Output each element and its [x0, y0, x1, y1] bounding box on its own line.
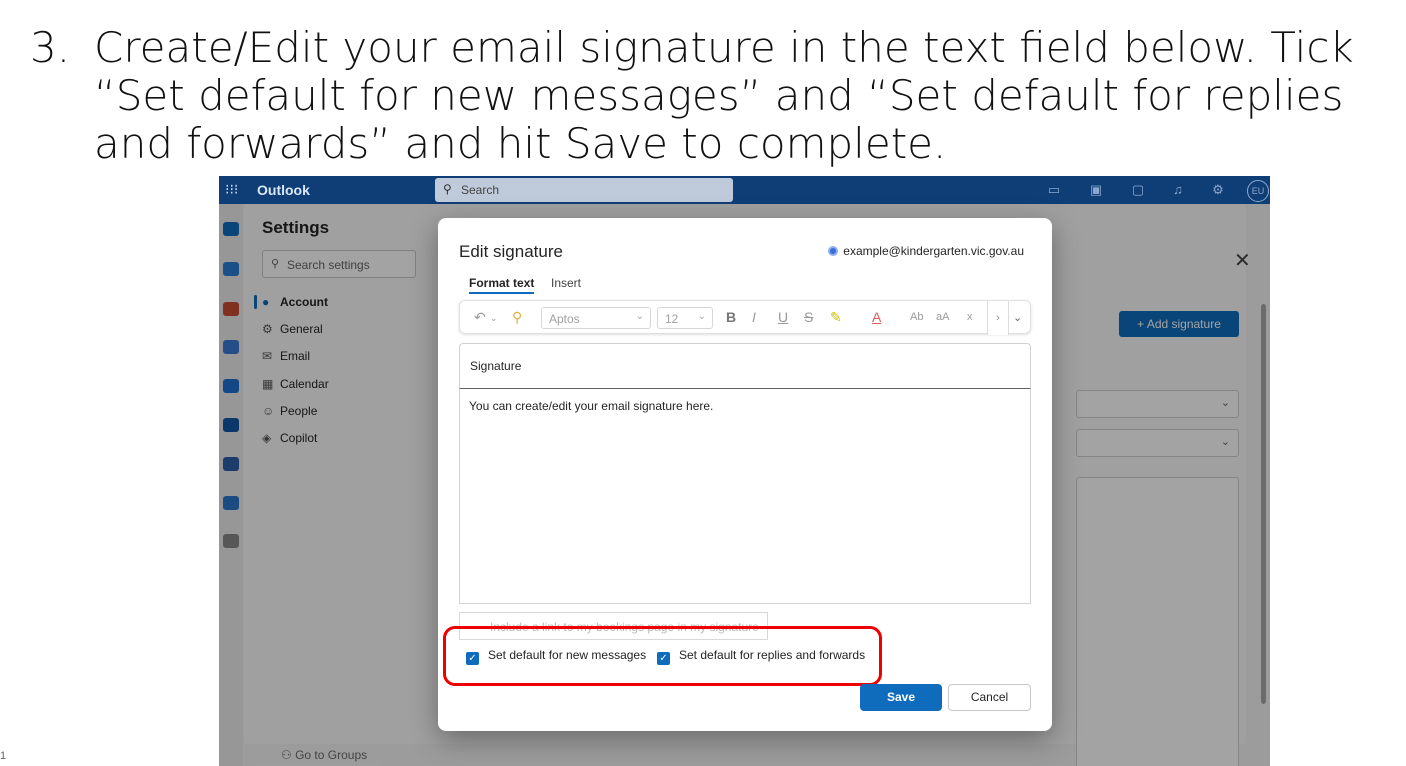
search-placeholder: Search: [461, 183, 500, 197]
dialog-title: Edit signature: [459, 242, 563, 261]
font-color-icon[interactable]: A: [872, 309, 881, 325]
font-value: Aptos: [549, 312, 580, 326]
go-to-groups-link[interactable]: ⚇ Go to Groups: [281, 748, 367, 762]
slide-number: 1: [0, 750, 7, 762]
avatar[interactable]: EU: [1247, 180, 1269, 202]
font-size-value: 12: [665, 312, 679, 326]
strikethrough-icon[interactable]: S: [804, 309, 813, 325]
chevron-down-icon[interactable]: ⌄: [1013, 311, 1022, 324]
go-to-groups-label: Go to Groups: [295, 748, 368, 762]
clear-format-icon[interactable]: Ab: [910, 311, 923, 323]
app-launcher-icon[interactable]: ⁝⁝⁝: [225, 181, 238, 198]
instruction-number: 3.: [30, 23, 71, 72]
font-size-select[interactable]: 12 ⌄: [657, 307, 713, 329]
tab-insert[interactable]: Insert: [551, 276, 581, 290]
chevron-down-icon[interactable]: ⌄: [490, 313, 498, 324]
bold-icon[interactable]: B: [726, 309, 736, 325]
account-icon: [828, 246, 839, 256]
undo-icon[interactable]: ↶: [474, 309, 486, 326]
format-toolbar: ↶ ⌄ ⚲ Aptos ⌄ 12 ⌄ B I U S ✎ A Ab aA x › ⌄: [459, 300, 1031, 335]
tasks-icon[interactable]: ▢: [1129, 181, 1147, 199]
signature-body-editor[interactable]: You can create/edit your email signature…: [459, 389, 1031, 604]
cancel-button[interactable]: Cancel: [948, 684, 1031, 711]
bell-icon[interactable]: ♫: [1169, 181, 1187, 199]
top-bar: ⁝⁝⁝ Outlook ⚲ Search ▭ ▣ ▢ ♫ ⚙ EU: [219, 176, 1270, 204]
font-select[interactable]: Aptos ⌄: [541, 307, 651, 329]
chat-icon[interactable]: ▭: [1045, 181, 1063, 199]
underline-icon[interactable]: U: [778, 309, 788, 325]
instruction-text: Create/Edit your email signature in the …: [94, 23, 1354, 168]
save-button[interactable]: Save: [860, 684, 942, 711]
edit-signature-dialog: Edit signature example@kindergarten.vic.…: [438, 218, 1052, 731]
signature-name-field[interactable]: Signature: [459, 343, 1031, 389]
groups-icon: ⚇: [281, 748, 296, 762]
account-email: example@kindergarten.vic.gov.au: [843, 244, 1024, 258]
search-box[interactable]: ⚲ Search: [435, 178, 733, 202]
highlight-icon[interactable]: ✎: [830, 309, 842, 326]
search-icon: ⚲: [443, 182, 452, 196]
subscript-icon[interactable]: x: [967, 311, 973, 323]
office-icon[interactable]: ▣: [1087, 181, 1105, 199]
more-options-icon[interactable]: ›: [987, 301, 1009, 335]
italic-icon[interactable]: I: [752, 309, 756, 325]
change-case-icon[interactable]: aA: [936, 311, 949, 323]
app-name: Outlook: [257, 182, 310, 198]
red-highlight-box: [443, 626, 882, 686]
chevron-down-icon: ⌄: [697, 311, 706, 322]
gear-icon[interactable]: ⚙: [1209, 181, 1227, 199]
chevron-down-icon: ⌄: [635, 311, 644, 322]
tab-format-text[interactable]: Format text: [469, 276, 535, 294]
format-painter-icon[interactable]: ⚲: [512, 309, 522, 326]
account-label: example@kindergarten.vic.gov.au: [828, 244, 1024, 258]
